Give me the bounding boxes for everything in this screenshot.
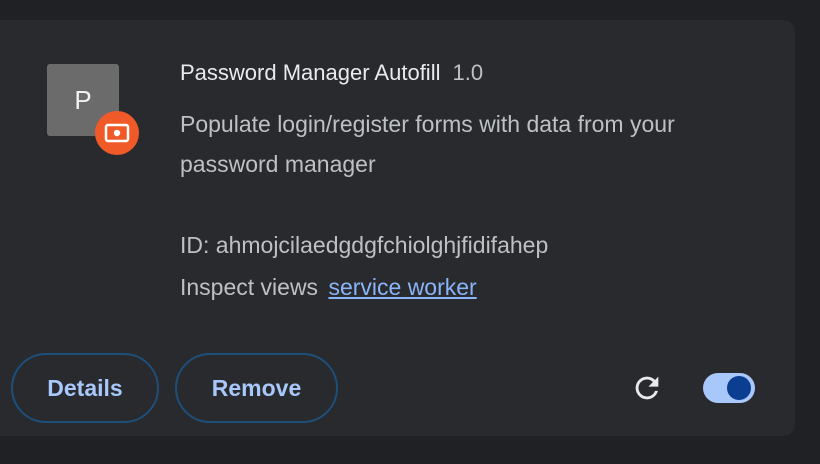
details-button[interactable]: Details [11, 353, 159, 423]
extension-title-row: Password Manager Autofill 1.0 [180, 60, 483, 86]
reload-icon[interactable] [630, 371, 664, 405]
enable-toggle[interactable] [703, 373, 755, 403]
inspect-views-label: Inspect views [180, 274, 319, 300]
badge-glyph-icon [104, 123, 130, 143]
extension-version: 1.0 [452, 60, 484, 85]
extension-id: ID: ahmojcilaedgdgfchiolghjfidifahep [180, 232, 549, 258]
extension-description: Populate login/register forms with data … [180, 111, 675, 177]
extension-card: P Password Manager Autofill 1.0 Populate … [0, 20, 795, 436]
extension-name: Password Manager Autofill [180, 60, 441, 85]
service-worker-link[interactable]: service worker [328, 274, 476, 300]
unpacked-extension-badge-icon [95, 111, 139, 155]
remove-button[interactable]: Remove [175, 353, 338, 423]
inspect-views: Inspect views service worker [180, 274, 477, 301]
toggle-knob [727, 376, 751, 400]
